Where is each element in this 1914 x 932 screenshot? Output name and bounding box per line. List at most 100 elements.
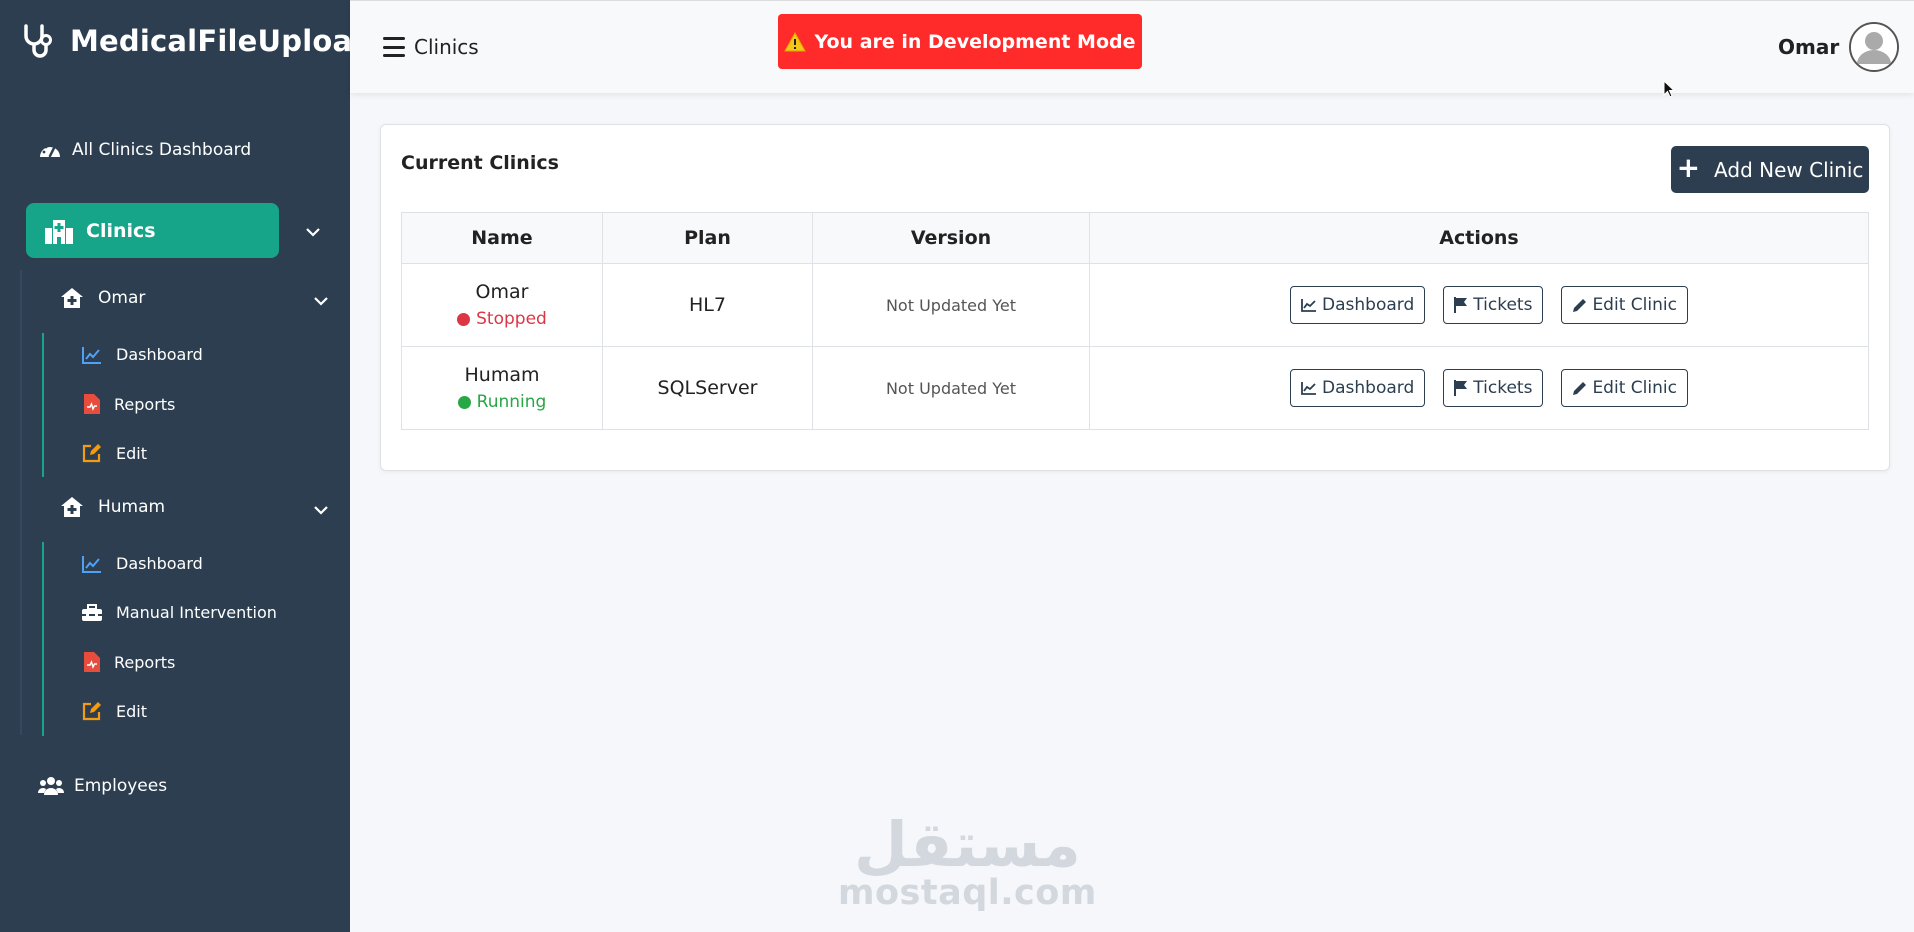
sidebar-item-label: Reports [114, 394, 176, 414]
nav-clinics[interactable]: Clinics [26, 203, 279, 258]
house-medical-icon [61, 497, 83, 517]
line-chart-icon [82, 555, 101, 573]
dev-mode-text: You are in Development Mode [814, 30, 1136, 53]
line-chart-icon [1301, 299, 1317, 312]
dashboard-button-label: Dashboard [1322, 378, 1415, 398]
cell-actions: Dashboard Tickets Edit Clinic [1089, 263, 1869, 347]
watermark-arabic: مستقل [854, 808, 1081, 881]
tickets-button-label: Tickets [1473, 295, 1533, 315]
nav-employees[interactable]: Employees [38, 776, 167, 796]
nav-employees-label: Employees [74, 776, 168, 796]
clinic-group-omar[interactable]: Omar [60, 287, 145, 309]
flag-icon [1454, 380, 1468, 396]
column-header-actions: Actions [1089, 212, 1869, 264]
warning-icon [784, 31, 807, 51]
topbar: Clinics You are in Development Mode Omar [350, 0, 1914, 93]
pencil-icon [1573, 298, 1587, 312]
status-badge: Stopped [402, 309, 602, 329]
brand-name: MedicalFileUpload [70, 24, 374, 58]
cell-name: Humam Running [401, 346, 603, 430]
user-avatar-icon [1851, 24, 1897, 70]
cell-actions: Dashboard Tickets Edit Clinic [1089, 346, 1869, 430]
file-medical-icon [84, 652, 100, 672]
table-row: Omar Stopped HL7 Not Updated Yet Dashboa… [401, 263, 1869, 347]
current-clinics-card: Current Clinics + Add New Clinic Name Pl… [380, 124, 1890, 471]
user-name[interactable]: Omar [1778, 35, 1839, 59]
tickets-button-label: Tickets [1473, 378, 1533, 398]
pencil-icon [1573, 381, 1587, 395]
edit-clinic-button-label: Edit Clinic [1592, 378, 1677, 398]
menu-toggle-icon[interactable] [383, 37, 405, 57]
clinics-table: Name Plan Version Actions Omar Stopped H… [401, 212, 1869, 430]
mouse-cursor-icon [1663, 80, 1675, 98]
edit-icon [82, 702, 101, 721]
clinic-group-label: Omar [98, 288, 146, 308]
add-new-clinic-label: Add New Clinic [1714, 157, 1864, 182]
hospital-icon [45, 219, 73, 244]
chevron-down-icon[interactable] [306, 225, 320, 239]
submenu-line [42, 333, 44, 477]
flag-icon [1454, 297, 1468, 313]
sidebar-item-label: Dashboard [116, 554, 203, 573]
submenu-line [42, 542, 44, 736]
sidebar-item-label: Edit [116, 701, 147, 721]
cell-plan: SQLServer [602, 346, 813, 430]
cell-plan: HL7 [602, 263, 813, 347]
column-header-plan: Plan [602, 212, 813, 264]
plus-icon: + [1676, 151, 1701, 184]
card-title: Current Clinics [401, 152, 559, 174]
sidebar-item-label: Edit [116, 443, 147, 463]
edit-clinic-button-label: Edit Clinic [1592, 295, 1677, 315]
tickets-button[interactable]: Tickets [1443, 369, 1544, 407]
sidebar-item-label: Manual Intervention [116, 603, 277, 622]
cell-version: Not Updated Yet [812, 346, 1090, 430]
file-medical-icon [84, 394, 100, 414]
dashboard-button-label: Dashboard [1322, 295, 1415, 315]
cell-version: Not Updated Yet [812, 263, 1090, 347]
nav-all-clinics-label: All Clinics Dashboard [72, 140, 252, 160]
speedometer-icon [40, 143, 60, 158]
status-dot-icon [457, 312, 471, 326]
dashboard-button[interactable]: Dashboard [1290, 286, 1426, 324]
add-new-clinic-button[interactable]: + Add New Clinic [1671, 146, 1869, 193]
nav-clinics-label: Clinics [86, 219, 156, 242]
status-text: Running [476, 392, 547, 412]
status-dot-icon [457, 395, 471, 409]
nav-all-clinics-dashboard[interactable]: All Clinics Dashboard [38, 140, 251, 160]
stethoscope-icon [24, 24, 52, 58]
sidebar-item-omar-edit[interactable]: Edit [82, 443, 147, 463]
sidebar-item-humam-manual-intervention[interactable]: Manual Intervention [82, 603, 277, 622]
clinic-name: Omar [475, 281, 529, 303]
table-header-row: Name Plan Version Actions [401, 212, 1869, 264]
clinic-group-humam[interactable]: Humam [60, 496, 165, 518]
avatar[interactable] [1849, 22, 1899, 72]
status-badge: Running [402, 392, 602, 412]
sidebar: MedicalFileUpload All Clinics Dashboard … [0, 0, 373, 932]
chevron-down-icon[interactable] [314, 294, 328, 308]
sidebar-item-humam-dashboard[interactable]: Dashboard [82, 554, 203, 573]
status-text: Stopped [476, 309, 547, 329]
watermark-latin: mostaql.com [838, 873, 1097, 913]
chevron-down-icon[interactable] [314, 503, 328, 517]
table-row: Humam Running SQLServer Not Updated Yet … [401, 346, 1869, 430]
dev-mode-banner: You are in Development Mode [778, 14, 1142, 69]
dashboard-button[interactable]: Dashboard [1290, 369, 1426, 407]
edit-icon [82, 444, 101, 463]
edit-clinic-button[interactable]: Edit Clinic [1561, 286, 1688, 324]
users-icon [38, 777, 64, 795]
sidebar-item-label: Dashboard [116, 345, 203, 364]
sidebar-tree-line [20, 270, 22, 735]
page-title: Clinics [414, 35, 479, 59]
toolbox-icon [82, 603, 102, 621]
edit-clinic-button[interactable]: Edit Clinic [1561, 369, 1688, 407]
sidebar-item-humam-reports[interactable]: Reports [84, 652, 175, 672]
tickets-button[interactable]: Tickets [1443, 286, 1544, 324]
sidebar-item-omar-reports[interactable]: Reports [84, 394, 175, 414]
house-medical-icon [61, 288, 83, 308]
sidebar-item-omar-dashboard[interactable]: Dashboard [82, 345, 203, 364]
column-header-name: Name [401, 212, 603, 264]
sidebar-item-label: Reports [114, 652, 176, 672]
sidebar-item-humam-edit[interactable]: Edit [82, 701, 147, 721]
column-header-version: Version [812, 212, 1090, 264]
brand[interactable]: MedicalFileUpload [20, 22, 373, 60]
